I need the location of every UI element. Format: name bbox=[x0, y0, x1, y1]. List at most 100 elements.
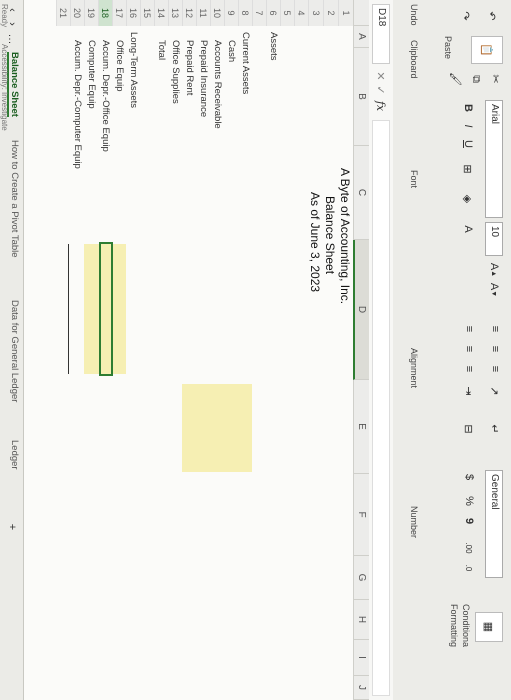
decrease-decimal-icon[interactable]: .0 bbox=[461, 560, 477, 576]
currency-button[interactable]: $ bbox=[461, 470, 477, 484]
row-header[interactable]: 16 bbox=[126, 0, 140, 26]
conditional-formatting-label-1[interactable]: Conditiona bbox=[461, 604, 471, 647]
copy-icon[interactable]: ⧉ bbox=[469, 72, 483, 86]
row-header[interactable]: 20 bbox=[70, 0, 84, 26]
row-header[interactable]: 21 bbox=[56, 0, 70, 26]
tab-ledger[interactable]: Ledger bbox=[9, 440, 20, 470]
company-name[interactable]: A Byte of Accounting, Inc. bbox=[338, 168, 352, 304]
highlighted-range-current-assets[interactable] bbox=[182, 384, 252, 472]
column-header[interactable]: F bbox=[353, 474, 369, 556]
column-header[interactable]: B bbox=[353, 48, 369, 146]
column-header[interactable]: H bbox=[353, 600, 369, 640]
row-header[interactable]: 1 bbox=[338, 0, 353, 26]
borders-icon[interactable]: ⊞ bbox=[459, 160, 477, 178]
computer-equip-label[interactable]: Computer Equip bbox=[86, 40, 97, 109]
prepaid-insurance-label[interactable]: Prepaid Insurance bbox=[198, 40, 209, 117]
row-header[interactable]: 8 bbox=[238, 0, 252, 26]
increase-decimal-icon[interactable]: .00 bbox=[461, 540, 477, 556]
comma-button[interactable]: 9 bbox=[461, 514, 477, 528]
row-header[interactable]: 4 bbox=[294, 0, 308, 26]
row-header[interactable]: 13 bbox=[168, 0, 182, 26]
fill-color-icon[interactable]: ◈ bbox=[459, 190, 477, 208]
accounts-receivable-label[interactable]: Accounts Receivable bbox=[212, 40, 223, 129]
cancel-icon[interactable]: ✕ bbox=[372, 70, 390, 82]
undo-icon[interactable]: ↶ bbox=[483, 6, 501, 26]
row-header[interactable]: 19 bbox=[84, 0, 98, 26]
column-header[interactable]: J bbox=[353, 676, 369, 700]
column-header[interactable]: E bbox=[353, 380, 369, 474]
conditional-formatting-icon[interactable]: ▦ bbox=[475, 612, 503, 642]
column-header[interactable]: G bbox=[353, 556, 369, 600]
enter-icon[interactable]: ✓ bbox=[372, 84, 390, 96]
row-header[interactable]: 17 bbox=[112, 0, 126, 26]
name-box[interactable]: D18 bbox=[372, 4, 390, 64]
align-left-icon[interactable]: ≡ bbox=[461, 320, 477, 338]
wrap-text-icon[interactable]: ↵ bbox=[487, 420, 503, 438]
row-header[interactable]: 6 bbox=[266, 0, 280, 26]
cash-label[interactable]: Cash bbox=[226, 40, 237, 62]
row-header[interactable]: 11 bbox=[196, 0, 210, 26]
select-all-corner[interactable] bbox=[353, 0, 369, 26]
row-header[interactable]: 2 bbox=[323, 0, 338, 26]
row-header[interactable]: 12 bbox=[182, 0, 196, 26]
underline-button[interactable]: U bbox=[459, 136, 477, 152]
function-icon[interactable]: fx bbox=[372, 98, 390, 114]
column-header[interactable]: D bbox=[353, 240, 369, 380]
current-assets-heading[interactable]: Current Assets bbox=[240, 32, 251, 94]
formula-input[interactable] bbox=[372, 120, 390, 696]
accum-depr-office-label[interactable]: Accum. Depr.-Office Equip bbox=[100, 40, 111, 152]
column-header[interactable]: I bbox=[353, 640, 369, 676]
accum-depr-computer-label[interactable]: Accum. Depr.-Computer Equip bbox=[72, 40, 83, 169]
row-header[interactable]: 5 bbox=[280, 0, 294, 26]
cut-icon[interactable]: ✂ bbox=[489, 72, 503, 86]
tab-pivot-table[interactable]: How to Create a Pivot Table bbox=[9, 140, 20, 258]
long-term-assets-heading[interactable]: Long-Term Assets bbox=[128, 32, 139, 108]
bold-button[interactable]: B bbox=[459, 100, 477, 116]
excel-window: ↶ ↷ Undo 📋 Paste ✂ ⧉ 🖌 Clipboard Arial 1… bbox=[0, 0, 511, 700]
font-name-select[interactable]: Arial bbox=[485, 100, 503, 218]
office-supplies-label[interactable]: Office Supplies bbox=[170, 40, 181, 104]
align-middle-icon[interactable]: ≡ bbox=[487, 340, 503, 358]
row-header[interactable]: 14 bbox=[154, 0, 168, 26]
accessibility-status[interactable]: Accessibility: Investigate bbox=[0, 44, 9, 131]
clipboard-label: Clipboard bbox=[409, 40, 419, 79]
add-sheet-icon[interactable]: + bbox=[4, 520, 20, 534]
row-header[interactable]: 9 bbox=[224, 0, 238, 26]
shrink-font-icon[interactable]: A ▼ bbox=[485, 282, 503, 298]
alignment-label: Alignment bbox=[409, 348, 419, 389]
align-right-icon[interactable]: ≡ bbox=[461, 360, 477, 378]
row-header[interactable]: 3 bbox=[308, 0, 323, 26]
orientation-icon[interactable]: ↗ bbox=[487, 382, 503, 400]
column-header[interactable]: C bbox=[353, 146, 369, 240]
formula-bar: D18 ✕ ✓ fx bbox=[368, 0, 393, 700]
paste-icon[interactable]: 📋 bbox=[471, 36, 503, 64]
percent-button[interactable]: % bbox=[461, 494, 477, 508]
worksheet-grid[interactable]: A B C D E F G H I J 1 2 3 4 5 6 7 8 9 10… bbox=[24, 0, 369, 700]
indent-icon[interactable]: ⇥ bbox=[461, 382, 477, 400]
prepaid-rent-label[interactable]: Prepaid Rent bbox=[184, 40, 195, 95]
grow-font-icon[interactable]: A ▲ bbox=[485, 262, 503, 278]
row-header[interactable]: 15 bbox=[140, 0, 154, 26]
selected-cell-d18[interactable] bbox=[99, 242, 113, 376]
total-label[interactable]: Total bbox=[156, 40, 167, 60]
statement-date[interactable]: As of June 3, 2023 bbox=[308, 192, 322, 292]
format-painter-icon[interactable]: 🖌 bbox=[449, 72, 463, 86]
tab-general-ledger-data[interactable]: Data for General Ledger bbox=[9, 300, 20, 402]
font-color-icon[interactable]: A bbox=[459, 220, 477, 238]
conditional-formatting-label-2[interactable]: Formatting bbox=[449, 604, 459, 647]
column-header[interactable]: A bbox=[353, 26, 369, 48]
row-header[interactable]: 7 bbox=[252, 0, 266, 26]
number-format-select[interactable]: General bbox=[485, 470, 503, 578]
align-center-icon[interactable]: ≡ bbox=[461, 340, 477, 358]
align-top-icon[interactable]: ≡ bbox=[487, 320, 503, 338]
row-header[interactable]: 18 bbox=[98, 0, 112, 26]
redo-icon[interactable]: ↷ bbox=[457, 6, 475, 26]
assets-heading[interactable]: Assets bbox=[268, 32, 279, 61]
italic-button[interactable]: I bbox=[459, 118, 477, 134]
align-bottom-icon[interactable]: ≡ bbox=[487, 360, 503, 378]
statement-title[interactable]: Balance Sheet bbox=[323, 196, 337, 274]
row-header[interactable]: 10 bbox=[210, 0, 224, 26]
office-equip-label[interactable]: Office Equip bbox=[114, 40, 125, 92]
font-size-select[interactable]: 10 bbox=[485, 222, 503, 256]
merge-center-icon[interactable]: ⊟ bbox=[461, 420, 477, 438]
